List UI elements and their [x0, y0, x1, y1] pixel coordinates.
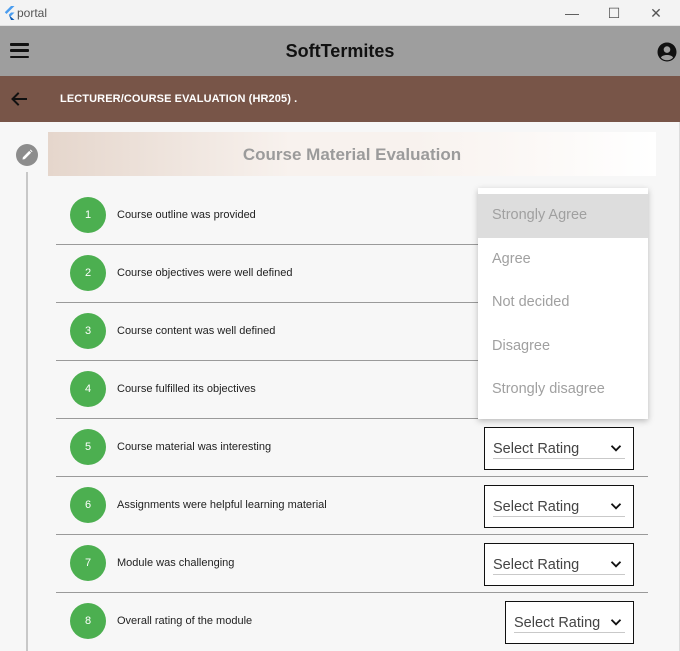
question-row: 7 Module was challenging Select Rating: [56, 535, 648, 593]
select-underline: [493, 574, 625, 575]
close-button[interactable]: ✕: [636, 0, 676, 26]
caret-down-icon: [610, 445, 622, 452]
question-number: 2: [70, 255, 106, 291]
question-row: 5 Course material was interesting Select…: [56, 419, 648, 477]
rating-select[interactable]: Select Rating: [484, 485, 634, 528]
dropdown-option-disagree[interactable]: Disagree: [478, 325, 648, 369]
question-text: Course content was well defined: [117, 325, 276, 337]
question-text: Module was challenging: [117, 557, 235, 569]
question-number: 1: [70, 197, 106, 233]
window-titlebar: portal — ☐ ✕: [0, 0, 680, 26]
question-number: 8: [70, 603, 106, 639]
stepper-line: [26, 172, 28, 651]
caret-down-icon: [610, 561, 622, 568]
arrow-back-icon[interactable]: [10, 90, 28, 108]
rating-select-value: Select Rating: [493, 499, 580, 515]
question-text: Course material was interesting: [117, 441, 272, 453]
rating-select-value: Select Rating: [514, 615, 601, 631]
dropdown-option-not-decided[interactable]: Not decided: [478, 281, 648, 325]
rating-dropdown-menu: Strongly Agree Agree Not decided Disagre…: [478, 188, 648, 419]
step-badge[interactable]: [16, 144, 38, 166]
rating-select[interactable]: Select Rating: [484, 543, 634, 586]
rating-select-value: Select Rating: [493, 441, 580, 457]
app-bar: SoftTermites: [0, 26, 680, 76]
account-circle-icon[interactable]: [657, 42, 677, 62]
section-banner: Course Material Evaluation: [48, 132, 656, 176]
page-title: LECTURER/COURSE EVALUATION (HR205) .: [60, 93, 298, 105]
app-title: SoftTermites: [285, 41, 395, 61]
window-title: portal: [17, 6, 48, 20]
question-text: Course fulfilled its objectives: [117, 383, 256, 395]
question-text: Course outline was provided: [117, 209, 256, 221]
select-underline: [493, 458, 625, 459]
minimize-button[interactable]: —: [552, 0, 592, 26]
dropdown-option-strongly-disagree[interactable]: Strongly disagree: [478, 368, 648, 412]
question-number: 3: [70, 313, 106, 349]
question-text: Assignments were helpful learning materi…: [117, 499, 327, 511]
rating-select-value: Select Rating: [493, 557, 580, 573]
question-number: 4: [70, 371, 106, 407]
page-header: LECTURER/COURSE EVALUATION (HR205) .: [0, 76, 680, 122]
caret-down-icon: [610, 503, 622, 510]
question-row: 6 Assignments were helpful learning mate…: [56, 477, 648, 535]
question-number: 6: [70, 487, 106, 523]
rating-select[interactable]: Select Rating: [484, 427, 634, 470]
caret-down-icon: [610, 619, 622, 626]
rating-select[interactable]: Select Rating: [505, 601, 634, 644]
select-underline: [514, 632, 625, 633]
question-number: 7: [70, 545, 106, 581]
dropdown-option-strongly-agree[interactable]: Strongly Agree: [478, 194, 648, 238]
pencil-icon: [22, 149, 33, 160]
dropdown-option-agree[interactable]: Agree: [478, 238, 648, 282]
flutter-logo-icon: [4, 6, 15, 20]
question-text: Course objectives were well defined: [117, 267, 293, 279]
maximize-button[interactable]: ☐: [594, 0, 634, 26]
question-row: 8 Overall rating of the module Select Ra…: [56, 593, 648, 651]
section-title: Course Material Evaluation: [242, 145, 462, 164]
question-number: 5: [70, 429, 106, 465]
question-text: Overall rating of the module: [117, 615, 253, 627]
select-underline: [493, 516, 625, 517]
